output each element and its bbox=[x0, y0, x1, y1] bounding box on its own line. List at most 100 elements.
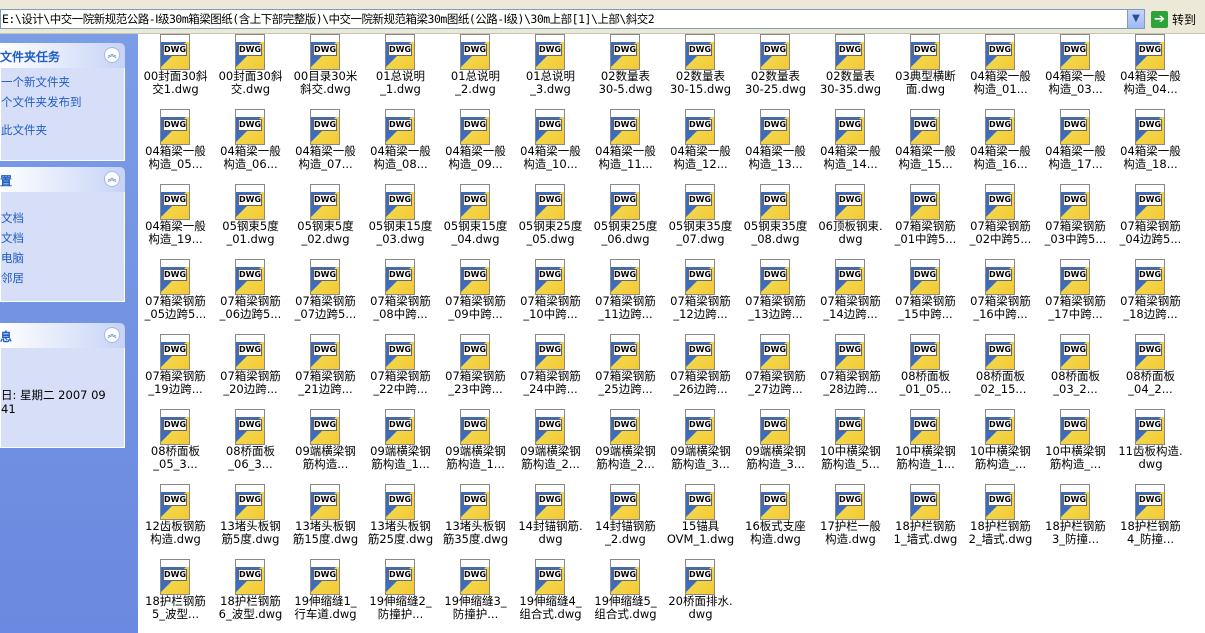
file-item[interactable]: DWG 04箱梁一般 构造_13... bbox=[738, 109, 813, 179]
file-item[interactable]: DWG 04箱梁一般 构造_01... bbox=[963, 34, 1038, 104]
file-item[interactable]: DWG 05钢束35度 _08.dwg bbox=[738, 184, 813, 254]
file-item[interactable]: DWG 19伸缩缝3_ 防撞护... bbox=[438, 559, 513, 629]
file-item[interactable]: DWG 03典型横断 面.dwg bbox=[888, 34, 963, 104]
collapse-icon[interactable]: ︽ bbox=[104, 171, 120, 187]
file-item[interactable]: DWG 07箱梁钢筋 _15中跨... bbox=[888, 259, 963, 329]
file-item[interactable]: DWG 00目录30米 斜交.dwg bbox=[288, 34, 363, 104]
file-item[interactable]: DWG 20桥面排水. dwg bbox=[663, 559, 738, 629]
file-item[interactable]: DWG 07箱梁钢筋 _01中跨5... bbox=[888, 184, 963, 254]
file-item[interactable]: DWG 07箱梁钢筋 _12边跨... bbox=[663, 259, 738, 329]
file-item[interactable]: DWG 07箱梁钢筋 _26边跨... bbox=[663, 334, 738, 404]
file-item[interactable]: DWG 02数量表 30-35.dwg bbox=[813, 34, 888, 104]
file-item[interactable]: DWG 06顶板钢束. dwg bbox=[813, 184, 888, 254]
task-publish-folder[interactable]: 个文件夹发布到 bbox=[1, 92, 124, 112]
file-item[interactable]: DWG 07箱梁钢筋 _27边跨... bbox=[738, 334, 813, 404]
go-button[interactable]: ➔ 转到 bbox=[1151, 9, 1203, 29]
file-item[interactable]: DWG 10中横梁钢 筋构造_1... bbox=[888, 409, 963, 479]
file-item[interactable]: DWG 04箱梁一般 构造_12... bbox=[663, 109, 738, 179]
file-item[interactable]: DWG 09端横梁钢 筋构造... bbox=[288, 409, 363, 479]
address-input[interactable]: E:\设计\中交一院新规范公路-Ⅰ级30m箱梁图纸(含上下部完整版)\中交一院新… bbox=[0, 9, 1145, 29]
file-item[interactable]: DWG 05钢束5度 _01.dwg bbox=[213, 184, 288, 254]
place-my-documents[interactable]: 文档 bbox=[1, 208, 124, 228]
file-item[interactable]: DWG 07箱梁钢筋 _05边跨5... bbox=[138, 259, 213, 329]
file-item[interactable]: DWG 04箱梁一般 构造_09... bbox=[438, 109, 513, 179]
file-item[interactable]: DWG 13堵头板钢 筋15度.dwg bbox=[288, 484, 363, 554]
file-item[interactable]: DWG 04箱梁一般 构造_14... bbox=[813, 109, 888, 179]
collapse-icon[interactable]: ︽ bbox=[104, 47, 120, 63]
file-item[interactable]: DWG 07箱梁钢筋 _13边跨... bbox=[738, 259, 813, 329]
file-item[interactable]: DWG 07箱梁钢筋 _21边跨... bbox=[288, 334, 363, 404]
file-item[interactable]: DWG 04箱梁一般 构造_08... bbox=[363, 109, 438, 179]
file-item[interactable]: DWG 08桥面板 _02_15... bbox=[963, 334, 1038, 404]
file-item[interactable]: DWG 09端横梁钢 筋构造_3... bbox=[738, 409, 813, 479]
file-item[interactable]: DWG 04箱梁一般 构造_11... bbox=[588, 109, 663, 179]
file-item[interactable]: DWG 08桥面板 _01_05... bbox=[888, 334, 963, 404]
other-places-header[interactable]: 置 ︽ bbox=[0, 167, 125, 192]
file-item[interactable]: DWG 07箱梁钢筋 _07边跨5... bbox=[288, 259, 363, 329]
file-item[interactable]: DWG 19伸缩缝4_ 组合式.dwg bbox=[513, 559, 588, 629]
collapse-icon[interactable]: ︽ bbox=[104, 327, 120, 343]
file-item[interactable]: DWG 05钢束15度 _04.dwg bbox=[438, 184, 513, 254]
place-shared-documents[interactable]: 文档 bbox=[1, 228, 124, 248]
file-item[interactable]: DWG 09端横梁钢 筋构造_1... bbox=[363, 409, 438, 479]
file-item[interactable]: DWG 08桥面板 _03_2... bbox=[1038, 334, 1113, 404]
file-item[interactable]: DWG 09端横梁钢 筋构造_1... bbox=[438, 409, 513, 479]
file-item[interactable]: DWG 07箱梁钢筋 _02中跨5... bbox=[963, 184, 1038, 254]
file-item[interactable]: DWG 10中横梁钢 筋构造_... bbox=[1038, 409, 1113, 479]
file-item[interactable]: DWG 19伸缩缝5_ 组合式.dwg bbox=[588, 559, 663, 629]
file-item[interactable]: DWG 04箱梁一般 构造_19... bbox=[138, 184, 213, 254]
file-item[interactable]: DWG 13堵头板钢 筋5度.dwg bbox=[213, 484, 288, 554]
task-share-folder[interactable]: 此文件夹 bbox=[1, 120, 124, 140]
file-item[interactable]: DWG 10中横梁钢 筋构造_5... bbox=[813, 409, 888, 479]
file-item[interactable]: DWG 18护栏钢筋 6_波型.dwg bbox=[213, 559, 288, 629]
file-item[interactable]: DWG 07箱梁钢筋 _17中跨... bbox=[1038, 259, 1113, 329]
file-item[interactable]: DWG 19伸缩缝1_ 行车道.dwg bbox=[288, 559, 363, 629]
file-item[interactable]: DWG 04箱梁一般 构造_04... bbox=[1113, 34, 1188, 104]
file-item[interactable]: DWG 13堵头板钢 筋25度.dwg bbox=[363, 484, 438, 554]
file-item[interactable]: DWG 07箱梁钢筋 _24中跨... bbox=[513, 334, 588, 404]
file-item[interactable]: DWG 04箱梁一般 构造_07... bbox=[288, 109, 363, 179]
file-item[interactable]: DWG 07箱梁钢筋 _10中跨... bbox=[513, 259, 588, 329]
file-item[interactable]: DWG 07箱梁钢筋 _23中跨... bbox=[438, 334, 513, 404]
file-item[interactable]: DWG 09端横梁钢 筋构造_2... bbox=[588, 409, 663, 479]
file-item[interactable]: DWG 09端横梁钢 筋构造_3... bbox=[663, 409, 738, 479]
file-item[interactable]: DWG 07箱梁钢筋 _19边跨... bbox=[138, 334, 213, 404]
file-item[interactable]: DWG 04箱梁一般 构造_03... bbox=[1038, 34, 1113, 104]
file-item[interactable]: DWG 04箱梁一般 构造_16... bbox=[963, 109, 1038, 179]
file-item[interactable]: DWG 07箱梁钢筋 _22中跨... bbox=[363, 334, 438, 404]
place-network[interactable]: 邻居 bbox=[1, 268, 124, 288]
place-my-computer[interactable]: 电脑 bbox=[1, 248, 124, 268]
file-item[interactable]: DWG 14封锚钢筋. dwg bbox=[513, 484, 588, 554]
file-item[interactable]: DWG 07箱梁钢筋 _18边跨... bbox=[1113, 259, 1188, 329]
file-item[interactable]: DWG 02数量表 30-5.dwg bbox=[588, 34, 663, 104]
file-item[interactable]: DWG 05钢束35度 _07.dwg bbox=[663, 184, 738, 254]
file-item[interactable]: DWG 04箱梁一般 构造_17... bbox=[1038, 109, 1113, 179]
file-item[interactable]: DWG 18护栏钢筋 5_波型... bbox=[138, 559, 213, 629]
file-item[interactable]: DWG 10中横梁钢 筋构造_... bbox=[963, 409, 1038, 479]
file-item[interactable]: DWG 00封面30斜 交.dwg bbox=[213, 34, 288, 104]
file-item[interactable]: DWG 01总说明 _3.dwg bbox=[513, 34, 588, 104]
file-item[interactable]: DWG 04箱梁一般 构造_10... bbox=[513, 109, 588, 179]
file-item[interactable]: DWG 18护栏钢筋 4_防撞... bbox=[1113, 484, 1188, 554]
file-item[interactable]: DWG 07箱梁钢筋 _09中跨... bbox=[438, 259, 513, 329]
file-item[interactable]: DWG 08桥面板 _04_2... bbox=[1113, 334, 1188, 404]
task-new-folder[interactable]: 一个新文件夹 bbox=[1, 72, 124, 92]
file-item[interactable]: DWG 05钢束15度 _03.dwg bbox=[363, 184, 438, 254]
file-item[interactable]: DWG 19伸缩缝2_ 防撞护... bbox=[363, 559, 438, 629]
file-item[interactable]: DWG 07箱梁钢筋 _16中跨... bbox=[963, 259, 1038, 329]
file-item[interactable]: DWG 05钢束25度 _06.dwg bbox=[588, 184, 663, 254]
file-item[interactable]: DWG 00封面30斜 交1.dwg bbox=[138, 34, 213, 104]
file-item[interactable]: DWG 07箱梁钢筋 _28边跨... bbox=[813, 334, 888, 404]
file-item[interactable]: DWG 02数量表 30-25.dwg bbox=[738, 34, 813, 104]
file-item[interactable]: DWG 07箱梁钢筋 _04边跨5... bbox=[1113, 184, 1188, 254]
file-item[interactable]: DWG 07箱梁钢筋 _25边跨... bbox=[588, 334, 663, 404]
folder-tasks-header[interactable]: 文件夹任务 ︽ bbox=[0, 43, 125, 68]
file-item[interactable]: DWG 01总说明 _2.dwg bbox=[438, 34, 513, 104]
file-item[interactable]: DWG 13堵头板钢 筋35度.dwg bbox=[438, 484, 513, 554]
file-item[interactable]: DWG 14封锚钢筋 _2.dwg bbox=[588, 484, 663, 554]
file-item[interactable]: DWG 04箱梁一般 构造_18... bbox=[1113, 109, 1188, 179]
address-dropdown-button[interactable]: ▼ bbox=[1127, 10, 1144, 28]
file-item[interactable]: DWG 18护栏钢筋 3_防撞... bbox=[1038, 484, 1113, 554]
file-item[interactable]: DWG 07箱梁钢筋 _08中跨... bbox=[363, 259, 438, 329]
file-item[interactable]: DWG 15锚具 OVM_1.dwg bbox=[663, 484, 738, 554]
